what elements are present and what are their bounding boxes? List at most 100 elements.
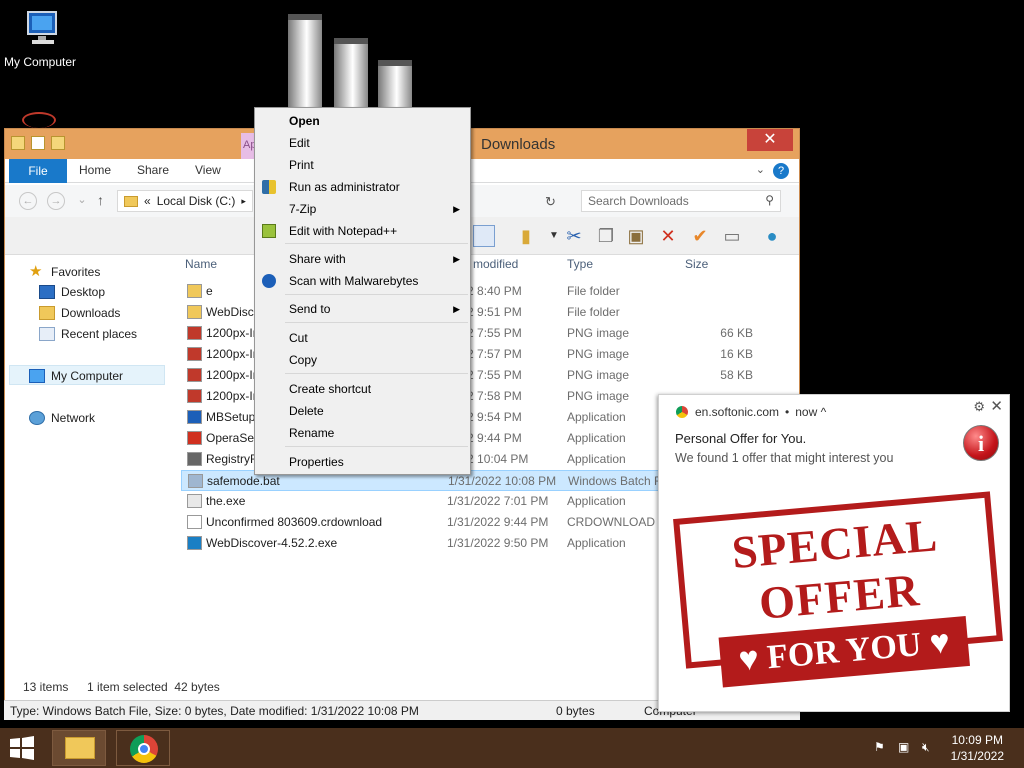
- menu-item-label: Share with: [289, 252, 346, 266]
- delete-icon[interactable]: ✕: [657, 225, 679, 247]
- menu-item-label: Cut: [289, 331, 308, 345]
- notification-origin: en.softonic.com: [695, 405, 780, 419]
- desktop-icon: [39, 285, 55, 299]
- gear-icon[interactable]: ⚙: [973, 399, 985, 415]
- file-name-cell: WebDiscover-4.52.2.exe: [187, 536, 337, 550]
- help-icon[interactable]: ?: [773, 163, 789, 179]
- menu-item-cut[interactable]: Cut: [255, 327, 470, 349]
- preview-pane-icon[interactable]: [473, 225, 495, 247]
- tab-home[interactable]: Home: [79, 163, 111, 177]
- paste-icon[interactable]: ▣: [625, 225, 647, 247]
- menu-item-label: Create shortcut: [289, 382, 372, 396]
- special-offer-image: SPECIAL OFFER ♥ FOR YOU ♥: [673, 491, 1003, 688]
- chrome-notification[interactable]: en.softonic.com • now ^ ⚙ ✕ Personal Off…: [658, 394, 1010, 712]
- address-separator: ▸: [241, 195, 246, 206]
- nav-favorites[interactable]: ★ Favorites: [29, 264, 100, 279]
- system-clock[interactable]: 10:09 PM 1/31/2022: [951, 732, 1004, 764]
- tab-file[interactable]: File: [9, 159, 67, 183]
- menu-item-run-as-administrator[interactable]: Run as administrator: [255, 176, 470, 198]
- menu-item-label: Send to: [289, 302, 331, 316]
- menu-item-print[interactable]: Print: [255, 154, 470, 176]
- nav-label: Recent places: [61, 327, 138, 341]
- folder-icon[interactable]: [11, 136, 25, 150]
- column-header-type[interactable]: Type: [567, 257, 593, 271]
- blank-file-icon: [187, 515, 202, 529]
- menu-item-share-with[interactable]: Share with ▶: [255, 248, 470, 270]
- close-button[interactable]: ✕: [747, 129, 793, 151]
- menu-item-send-to[interactable]: Send to ▶: [255, 298, 470, 320]
- nav-downloads[interactable]: Downloads: [39, 306, 120, 320]
- back-button[interactable]: ←: [19, 192, 37, 210]
- checkmark-icon[interactable]: ✔: [689, 225, 711, 247]
- column-header-name[interactable]: Name: [185, 257, 217, 271]
- file-name: MBSetup: [206, 410, 256, 424]
- notification-message: We found 1 offer that might interest you: [675, 451, 894, 465]
- up-button[interactable]: ↑: [97, 192, 104, 208]
- network-status-icon[interactable]: ▣: [898, 740, 909, 754]
- nav-desktop[interactable]: Desktop: [39, 285, 105, 299]
- computer-icon: [27, 11, 57, 44]
- file-name-cell: RegistryF: [187, 452, 257, 466]
- refresh-icon[interactable]: ↻: [545, 194, 556, 210]
- forward-button[interactable]: →: [47, 192, 65, 210]
- cut-icon[interactable]: ✂: [563, 225, 585, 247]
- context-menu: Open Edit Print Run as administrator 7-Zip ▶ E…: [254, 107, 471, 475]
- file-name: RegistryF: [206, 452, 258, 466]
- menu-item-create-shortcut[interactable]: Create shortcut: [255, 378, 470, 400]
- shell-icon[interactable]: ●: [761, 225, 783, 247]
- file-size: 58 KB: [720, 368, 753, 382]
- properties-icon[interactable]: [31, 136, 45, 150]
- notepad-plus-icon: [262, 224, 276, 238]
- taskbar-chrome[interactable]: [116, 730, 170, 766]
- file-name: 1200px-Ir: [206, 347, 257, 361]
- menu-item-label: Rename: [289, 426, 335, 440]
- action-center-flag-icon[interactable]: ⚑: [874, 740, 885, 754]
- desktop-icon-label: My Computer: [3, 55, 77, 69]
- clock-date: 1/31/2022: [950, 749, 1004, 763]
- menu-item-open[interactable]: Open: [255, 110, 470, 132]
- menu-item-edit-with-notepad[interactable]: Edit with Notepad++: [255, 220, 470, 242]
- rename-icon[interactable]: ▭: [721, 225, 743, 247]
- tab-view[interactable]: View: [195, 163, 221, 177]
- menu-item-delete[interactable]: Delete: [255, 400, 470, 422]
- folder-options-icon[interactable]: ▮: [515, 225, 537, 247]
- submenu-arrow-icon: ▶: [453, 204, 460, 214]
- image-icon: [187, 368, 202, 382]
- network-icon: [29, 411, 45, 425]
- copy-icon[interactable]: ❐: [595, 225, 617, 247]
- nav-my-computer[interactable]: My Computer: [29, 369, 123, 383]
- search-input[interactable]: Search Downloads ⚲: [581, 190, 781, 212]
- menu-item-edit[interactable]: Edit: [255, 132, 470, 154]
- desktop-icon-my-computer[interactable]: My Computer: [0, 10, 80, 69]
- column-header-date-modified[interactable]: modified: [473, 257, 518, 271]
- menu-item-properties[interactable]: Properties: [255, 451, 470, 473]
- column-header-size[interactable]: Size: [685, 257, 708, 271]
- volume-muted-icon[interactable]: 🔇︎: [922, 740, 930, 755]
- menu-item-copy[interactable]: Copy: [255, 349, 470, 371]
- file-type: Application: [567, 431, 626, 445]
- image-icon: [187, 326, 202, 340]
- nav-label: Desktop: [61, 285, 106, 299]
- taskbar-file-explorer[interactable]: [52, 730, 106, 766]
- nav-network[interactable]: Network: [29, 411, 95, 425]
- atom-icon: [22, 112, 56, 128]
- new-folder-icon[interactable]: [51, 136, 65, 150]
- notification-dot: •: [785, 405, 790, 419]
- chevron-down-icon[interactable]: ▼: [543, 225, 565, 247]
- stamp-line-1: SPECIAL OFFER: [729, 509, 940, 629]
- details-size: 0 bytes: [556, 704, 595, 718]
- file-name-cell: 1200px-Ir: [187, 347, 257, 361]
- webdiscover-icon: [187, 536, 202, 550]
- recent-locations-button[interactable]: ⌄: [73, 192, 91, 210]
- close-icon[interactable]: ✕: [990, 397, 1003, 415]
- tab-share[interactable]: Share: [137, 163, 169, 177]
- nav-recent-places[interactable]: Recent places: [39, 327, 137, 341]
- recent-places-icon: [39, 327, 55, 341]
- quick-access-toolbar: [11, 136, 65, 150]
- windows-logo-icon[interactable]: [6, 734, 38, 762]
- menu-item-rename[interactable]: Rename: [255, 422, 470, 444]
- chevron-down-icon[interactable]: ⌄: [756, 163, 765, 176]
- address-bar[interactable]: « Local Disk (C:) ▸: [117, 190, 253, 212]
- menu-item-scan-with-malwarebytes[interactable]: Scan with Malwarebytes: [255, 270, 470, 292]
- menu-item-7-zip[interactable]: 7-Zip ▶: [255, 198, 470, 220]
